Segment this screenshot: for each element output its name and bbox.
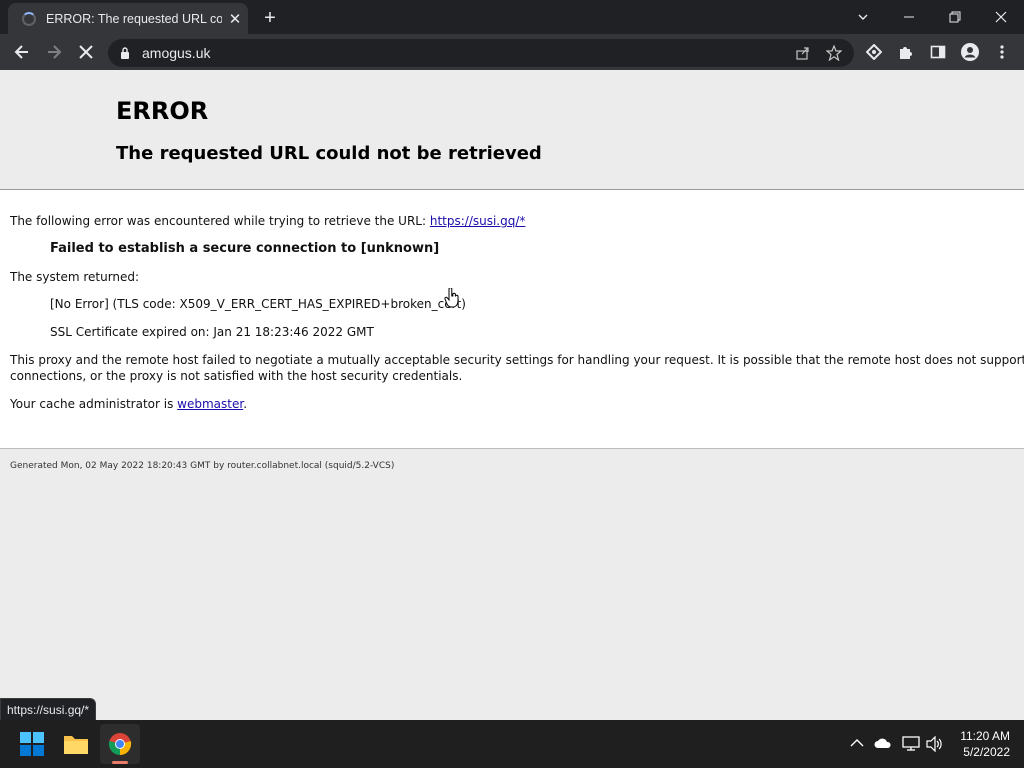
- admin-line: Your cache administrator is webmaster.: [10, 397, 247, 411]
- chevron-up-icon[interactable]: [850, 738, 864, 748]
- requested-url-link[interactable]: https://susi.gq/*: [430, 214, 526, 228]
- windows-taskbar: 11:20 AM 5/2/2022: [0, 720, 1024, 768]
- onedrive-cloud-icon[interactable]: [874, 737, 892, 749]
- lock-icon[interactable]: [120, 47, 130, 59]
- hand-cursor-icon: [444, 288, 459, 308]
- tab-search-button[interactable]: [840, 0, 886, 34]
- browser-toolbar: amogus.uk: [0, 34, 1024, 70]
- browser-menu-button[interactable]: [988, 38, 1016, 66]
- back-arrow-icon: [14, 45, 28, 59]
- error-content: The following error was encountered whil…: [0, 190, 1024, 449]
- admin-prefix: Your cache administrator is: [10, 397, 178, 411]
- page-viewport: ERROR The requested URL could not be ret…: [0, 70, 1024, 720]
- chevron-down-icon: [858, 14, 868, 20]
- volume-icon[interactable]: [926, 736, 944, 752]
- error-intro-text: The following error was encountered whil…: [10, 214, 430, 228]
- forward-button[interactable]: [40, 38, 68, 66]
- restore-button[interactable]: [932, 0, 978, 34]
- windows-logo-icon: [20, 732, 44, 756]
- stop-loading-button[interactable]: [72, 38, 100, 66]
- system-clock[interactable]: 11:20 AM 5/2/2022: [960, 728, 1010, 760]
- puzzle-piece-icon: [900, 47, 912, 59]
- back-button[interactable]: [8, 38, 36, 66]
- link-status-bubble: https://susi.gq/*: [0, 698, 97, 722]
- error-header: ERROR The requested URL could not be ret…: [0, 70, 1024, 190]
- forward-arrow-icon: [48, 45, 62, 59]
- profile-button[interactable]: [956, 38, 984, 66]
- explanation-line-2: connections, or the proxy is not satisfi…: [10, 369, 463, 383]
- chrome-logo-icon: [108, 733, 132, 755]
- bookmark-star-icon[interactable]: [826, 45, 842, 61]
- close-icon: [995, 11, 1007, 23]
- browser-title-bar: ERROR: The requested URL could not be re…: [0, 0, 1024, 34]
- active-tab[interactable]: ERROR: The requested URL could not be re…: [8, 3, 248, 34]
- tls-code-text: [No Error] (TLS code: X509_V_ERR_CERT_HA…: [50, 297, 466, 311]
- clock-time: 11:20 AM: [960, 729, 1010, 743]
- tab-title: ERROR: The requested URL could not be re…: [46, 11, 222, 26]
- extension-button[interactable]: [860, 38, 888, 66]
- page-footer: Generated Mon, 02 May 2022 18:20:43 GMT …: [10, 461, 395, 471]
- address-bar[interactable]: amogus.uk: [108, 39, 854, 67]
- url-text[interactable]: amogus.uk: [142, 45, 210, 61]
- system-returned-label: The system returned:: [10, 270, 140, 284]
- loading-spinner-icon: [22, 11, 36, 26]
- error-intro: The following error was encountered whil…: [10, 214, 525, 228]
- side-panel-icon: [930, 45, 946, 59]
- new-tab-button[interactable]: +: [260, 7, 280, 30]
- clock-date: 5/2/2022: [963, 745, 1010, 759]
- avatar-icon: [961, 43, 979, 61]
- chrome-taskbar-button[interactable]: [100, 724, 140, 764]
- explanation-line-1: This proxy and the remote host failed to…: [10, 353, 1024, 367]
- ssl-expiry-text: SSL Certificate expired on: Jan 21 18:23…: [50, 325, 374, 339]
- folder-icon: [64, 736, 88, 754]
- close-window-button[interactable]: [978, 0, 1024, 34]
- active-app-indicator: [112, 761, 128, 764]
- page-title: ERROR: [116, 97, 209, 125]
- tab-close-button[interactable]: ✕: [226, 10, 244, 28]
- admin-suffix: .: [243, 397, 248, 411]
- minimize-button[interactable]: [886, 0, 932, 34]
- extensions-menu-button[interactable]: [892, 38, 920, 66]
- network-icon[interactable]: [902, 736, 920, 752]
- file-explorer-button[interactable]: [56, 724, 96, 764]
- error-message: Failed to establish a secure connection …: [50, 241, 440, 256]
- restore-icon: [949, 11, 961, 23]
- webmaster-link[interactable]: webmaster: [177, 397, 243, 411]
- page-subtitle: The requested URL could not be retrieved: [116, 143, 542, 164]
- minimize-icon: [904, 16, 914, 18]
- share-icon[interactable]: [796, 46, 810, 60]
- more-vertical-icon: [1000, 45, 1004, 59]
- extension-diamond-icon: [866, 44, 882, 60]
- side-panel-button[interactable]: [924, 38, 952, 66]
- start-button[interactable]: [12, 724, 52, 764]
- stop-x-icon: [79, 45, 93, 59]
